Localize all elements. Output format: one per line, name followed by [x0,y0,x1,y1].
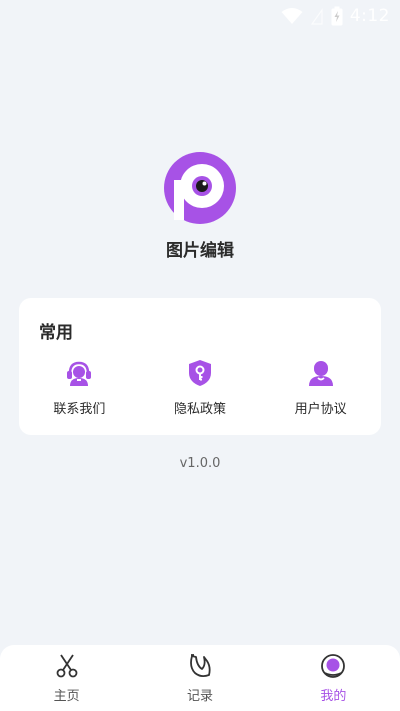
contact-us-item[interactable]: 联系我们 [19,358,140,428]
profile-icon [321,654,346,678]
tab-mine[interactable]: 我的 [267,645,400,711]
contact-us-label: 联系我们 [53,402,106,417]
tab-home[interactable]: 主页 [0,645,133,711]
tab-records-label: 记录 [186,689,213,704]
status-time: 4:12 [349,6,390,26]
privacy-policy-label: 隐私政策 [174,402,227,417]
banana-icon [190,654,211,678]
card-title: 常用 [39,323,73,343]
app-name: 图片编辑 [166,241,234,261]
battery-charging-icon [331,6,343,26]
bottom-tab-bar: 主页 记录 我的 [0,645,400,711]
user-agreement-label: 用户协议 [294,402,347,417]
tab-records[interactable]: 记录 [133,645,266,711]
shield-key-icon [189,360,211,386]
wifi-icon [281,8,303,24]
common-grid: 联系我们 隐私政策 用户协议 [19,358,381,428]
headset-icon [67,361,92,386]
tab-mine-label: 我的 [320,689,347,704]
privacy-policy-item[interactable]: 隐私政策 [140,358,261,428]
signal-icon [310,8,323,25]
app-logo [164,152,236,224]
status-bar: 4:12 [0,0,400,32]
common-card: 常用 联系我们 隐私政策 用户协议 [19,298,381,435]
user-agreement-item[interactable]: 用户协议 [260,358,381,428]
user-icon [308,361,333,386]
tab-home-label: 主页 [53,689,80,704]
status-icons: 4:12 [281,4,390,28]
app-version: v1.0.0 [179,456,221,471]
scissors-icon [56,654,78,678]
